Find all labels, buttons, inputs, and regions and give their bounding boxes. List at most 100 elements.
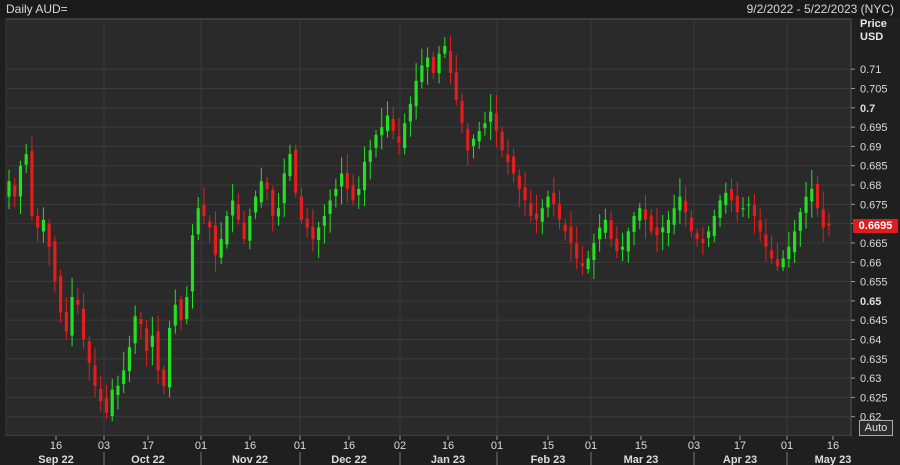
- candle-body[interactable]: [592, 242, 596, 261]
- candle-body[interactable]: [213, 225, 218, 255]
- candle-body[interactable]: [139, 319, 143, 325]
- candle-body[interactable]: [512, 156, 516, 174]
- candle-body[interactable]: [81, 308, 86, 340]
- candle-body[interactable]: [340, 173, 344, 187]
- candle-body[interactable]: [460, 101, 464, 124]
- candle-body[interactable]: [345, 172, 349, 189]
- candle-body[interactable]: [827, 223, 831, 226]
- candle-body[interactable]: [684, 200, 688, 213]
- candle-body[interactable]: [638, 208, 642, 221]
- candle-body[interactable]: [259, 181, 263, 203]
- candle-body[interactable]: [620, 246, 625, 250]
- auto-scale-button[interactable]: Auto: [859, 420, 893, 436]
- candle-body[interactable]: [689, 217, 693, 232]
- candle-body[interactable]: [328, 200, 332, 214]
- candle-body[interactable]: [133, 316, 137, 344]
- candle-body[interactable]: [110, 389, 114, 417]
- candle-body[interactable]: [546, 196, 550, 208]
- candle-body[interactable]: [127, 347, 131, 372]
- candle-body[interactable]: [317, 227, 321, 240]
- candle-body[interactable]: [190, 235, 195, 292]
- candle-body[interactable]: [712, 215, 716, 237]
- candle-body[interactable]: [408, 103, 412, 122]
- candle-body[interactable]: [724, 192, 728, 206]
- candle-body[interactable]: [735, 195, 739, 213]
- candle-body[interactable]: [701, 239, 705, 243]
- candle-body[interactable]: [253, 196, 258, 213]
- candle-body[interactable]: [747, 204, 751, 206]
- candle-body[interactable]: [99, 388, 103, 402]
- candle-body[interactable]: [506, 154, 510, 162]
- candle-body[interactable]: [202, 204, 206, 216]
- candle-body[interactable]: [380, 127, 384, 136]
- candle-body[interactable]: [483, 123, 487, 129]
- candle-body[interactable]: [798, 212, 802, 231]
- candle-body[interactable]: [167, 327, 172, 388]
- candle-body[interactable]: [718, 200, 722, 218]
- candle-body[interactable]: [454, 72, 458, 101]
- candle-body[interactable]: [672, 208, 676, 225]
- candle-body[interactable]: [374, 134, 378, 148]
- candle-body[interactable]: [13, 185, 17, 197]
- candle-body[interactable]: [649, 215, 653, 232]
- candle-body[interactable]: [122, 370, 126, 385]
- candle-body[interactable]: [793, 231, 797, 253]
- candle-body[interactable]: [804, 196, 808, 213]
- candle-body[interactable]: [225, 215, 229, 245]
- candle-body[interactable]: [104, 398, 109, 413]
- candle-body[interactable]: [764, 234, 768, 247]
- candle-body[interactable]: [18, 165, 23, 197]
- candle-body[interactable]: [781, 258, 785, 268]
- candle-body[interactable]: [552, 192, 556, 205]
- candle-body[interactable]: [236, 204, 240, 220]
- candle-body[interactable]: [529, 203, 533, 216]
- candle-body[interactable]: [76, 300, 80, 305]
- candle-body[interactable]: [231, 200, 235, 216]
- candle-body[interactable]: [626, 231, 630, 252]
- candle-body[interactable]: [145, 328, 149, 352]
- candle-body[interactable]: [752, 205, 757, 216]
- candle-body[interactable]: [397, 136, 401, 143]
- candle-body[interactable]: [729, 189, 734, 201]
- candle-body[interactable]: [598, 227, 602, 240]
- candle-body[interactable]: [351, 185, 355, 201]
- candle-body[interactable]: [59, 276, 63, 313]
- candle-body[interactable]: [265, 182, 269, 189]
- candle-body[interactable]: [437, 53, 441, 74]
- candle-body[interactable]: [569, 226, 573, 243]
- candle-body[interactable]: [586, 258, 590, 270]
- candle-body[interactable]: [661, 227, 665, 233]
- candle-body[interactable]: [362, 161, 367, 191]
- candle-body[interactable]: [489, 111, 493, 122]
- candle-body[interactable]: [770, 250, 774, 259]
- candle-body[interactable]: [299, 196, 304, 220]
- candle-body[interactable]: [271, 189, 275, 216]
- candle-body[interactable]: [448, 51, 453, 74]
- candle-body[interactable]: [431, 56, 435, 74]
- candle-body[interactable]: [575, 243, 579, 259]
- candle-body[interactable]: [655, 227, 659, 236]
- candle-body[interactable]: [305, 218, 309, 228]
- chart-canvas[interactable]: 0.620.6250.630.6350.640.6450.650.6550.66…: [0, 0, 900, 465]
- candle-body[interactable]: [540, 208, 544, 222]
- candle-body[interactable]: [282, 173, 286, 204]
- candle-body[interactable]: [523, 187, 527, 201]
- candle-body[interactable]: [173, 304, 177, 326]
- candle-body[interactable]: [414, 80, 418, 107]
- candle-body[interactable]: [557, 204, 562, 220]
- candle-body[interactable]: [426, 57, 430, 68]
- candle-body[interactable]: [64, 311, 68, 332]
- candle-body[interactable]: [294, 149, 298, 193]
- candle-body[interactable]: [821, 209, 825, 228]
- candle-body[interactable]: [385, 115, 390, 132]
- candle-body[interactable]: [615, 238, 619, 251]
- candle-body[interactable]: [466, 128, 470, 151]
- candle-body[interactable]: [500, 131, 504, 151]
- candle-body[interactable]: [810, 188, 814, 202]
- candle-body[interactable]: [580, 263, 585, 267]
- candle-body[interactable]: [678, 196, 682, 211]
- candle-body[interactable]: [248, 215, 252, 241]
- candle-body[interactable]: [420, 65, 424, 82]
- candle-body[interactable]: [707, 231, 711, 238]
- candle-body[interactable]: [609, 219, 613, 240]
